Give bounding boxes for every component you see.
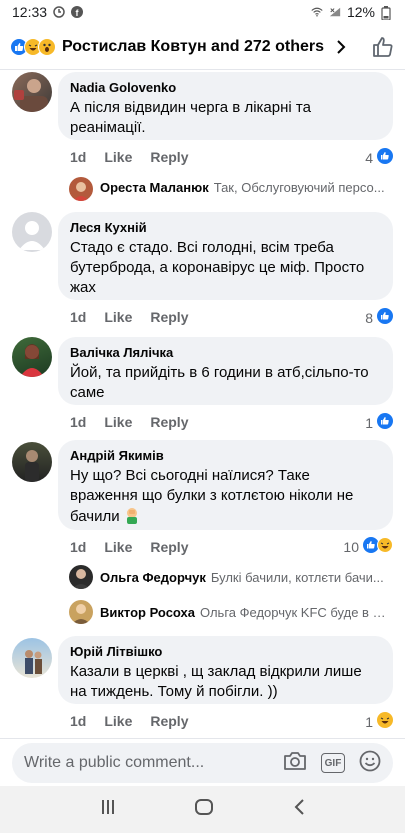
chevron-right-icon[interactable]: [336, 39, 346, 55]
like-button[interactable]: Like: [104, 713, 132, 729]
like-button[interactable]: Like: [104, 309, 132, 325]
avatar[interactable]: [69, 177, 93, 201]
reply-button[interactable]: Reply: [150, 149, 188, 165]
reply-button[interactable]: Reply: [150, 414, 188, 430]
comment-author[interactable]: Леся Кухній: [70, 220, 381, 235]
comment-text: Ну що? Всі сьогодні наїлися? Таке вражен…: [70, 467, 354, 525]
status-time: 12:33: [12, 4, 48, 20]
reply-text: Булкі бачили, котлєти бачи...: [210, 570, 384, 585]
comment-text: А після відвидин черга в лікарні та реан…: [70, 99, 311, 136]
avatar[interactable]: [69, 565, 93, 589]
camera-icon[interactable]: [283, 750, 307, 777]
comment-reactions[interactable]: 1: [365, 712, 393, 731]
comment-bubble[interactable]: Юрій Літвішко Казали в церкві , щ заклад…: [58, 636, 393, 704]
system-nav-bar: [0, 786, 405, 833]
comment-author[interactable]: Валічка Лялічка: [70, 345, 381, 360]
battery-text: 12%: [346, 4, 375, 20]
comment-reactions[interactable]: 10: [343, 537, 393, 556]
comment-reactions[interactable]: 8: [365, 308, 393, 327]
avatar[interactable]: [69, 600, 93, 624]
comment-time[interactable]: 1d: [70, 539, 86, 555]
comment-time[interactable]: 1d: [70, 309, 86, 325]
like-post-button[interactable]: [371, 35, 395, 59]
avatar[interactable]: [12, 212, 52, 252]
comment-actions: 1d Like Reply: [70, 414, 188, 430]
like-button[interactable]: Like: [104, 539, 132, 555]
home-icon[interactable]: [194, 797, 214, 822]
reply-preview[interactable]: Ольга Федорчук Булкі бачили, котлєти бач…: [100, 570, 390, 585]
comment-time[interactable]: 1d: [70, 414, 86, 430]
like-button[interactable]: Like: [104, 149, 132, 165]
comment-bubble[interactable]: Валічка Лялічка Йой, та прийдіть в 6 год…: [58, 337, 393, 405]
comment-author[interactable]: Андрій Якимів: [70, 448, 381, 463]
comment-actions: 1d Like Reply: [70, 309, 188, 325]
gif-icon[interactable]: GIF: [321, 753, 345, 773]
status-bar: 12:33 f 12%: [0, 0, 405, 24]
avatar[interactable]: [12, 72, 52, 112]
reply-author[interactable]: Виктор Росоха: [100, 605, 195, 620]
reply-text: Так, Обслуговуючий персо...: [213, 180, 385, 195]
reply-preview[interactable]: Виктор Росоха Ольга Федорчук KFC буде в …: [100, 605, 390, 620]
like-reaction-icon: [377, 148, 393, 167]
reply-button[interactable]: Reply: [150, 309, 188, 325]
back-icon[interactable]: [292, 798, 306, 821]
comment-reactions[interactable]: 1: [365, 413, 393, 432]
comment-actions: 1d Like Reply: [70, 713, 188, 729]
reply-button[interactable]: Reply: [150, 713, 188, 729]
signal-icon: [329, 6, 341, 18]
like-button[interactable]: Like: [104, 414, 132, 430]
comment-actions: 1d Like Reply: [70, 539, 188, 555]
comment-time[interactable]: 1d: [70, 713, 86, 729]
avatar[interactable]: [12, 337, 52, 377]
like-reaction-icon: [377, 413, 393, 432]
comment-author[interactable]: Nadia Golovenko: [70, 80, 381, 95]
gif-label: GIF: [324, 757, 342, 769]
comment-bubble[interactable]: Nadia Golovenko А після відвидин черга в…: [58, 72, 393, 140]
face-palm-emoji-icon: [123, 506, 141, 530]
comment-reactions[interactable]: 4: [365, 148, 393, 167]
reaction-count: 4: [365, 149, 373, 166]
like-reaction-icon: [377, 308, 393, 327]
avatar[interactable]: [12, 638, 52, 678]
reply-button[interactable]: Reply: [150, 539, 188, 555]
comment-time[interactable]: 1d: [70, 149, 86, 165]
comment-composer: Write a public comment... GIF: [0, 738, 405, 786]
comments-feed[interactable]: Nadia Golovenko А після відвидин черга в…: [0, 70, 405, 738]
sync-icon: [53, 6, 65, 18]
comment-bubble[interactable]: Андрій Якимів Ну що? Всі сьогодні наїлис…: [58, 440, 393, 530]
reactions-header[interactable]: Ростислав Ковтун and 272 others: [0, 24, 405, 70]
battery-icon: [381, 6, 393, 20]
reaction-count: 10: [343, 538, 359, 555]
reply-preview[interactable]: Ореста Маланюк Так, Обслуговуючий персо.…: [100, 180, 390, 195]
facebook-notification-icon: f: [71, 6, 84, 18]
comment-text: Казали в церкві , щ заклад відкрили лише…: [70, 663, 362, 700]
emoji-icon[interactable]: [359, 750, 381, 777]
wow-reaction-icon: [38, 37, 56, 56]
comment-bubble[interactable]: Леся Кухній Стадо є стадо. Всі голодні, …: [58, 212, 393, 300]
reaction-count: 1: [365, 713, 373, 730]
comment-input[interactable]: Write a public comment... GIF: [12, 743, 393, 783]
comment-actions: 1d Like Reply: [70, 149, 188, 165]
reaction-icons: [10, 37, 56, 56]
reaction-count: 8: [365, 309, 373, 326]
comment-text-wrap: Ну що? Всі сьогодні наїлися? Таке вражен…: [70, 466, 381, 530]
haha-reaction-icon: [377, 537, 393, 556]
comment-input-placeholder[interactable]: Write a public comment...: [24, 754, 204, 772]
reactions-summary[interactable]: Ростислав Ковтун and 272 others: [62, 38, 324, 56]
comment-text: Стадо є стадо. Всі голодні, всім треба б…: [70, 239, 365, 296]
comment-author[interactable]: Юрій Літвішко: [70, 644, 381, 659]
wifi-icon: [311, 6, 323, 18]
avatar[interactable]: [12, 442, 52, 482]
reply-author[interactable]: Ореста Маланюк: [100, 180, 209, 195]
reply-author[interactable]: Ольга Федорчук: [100, 570, 206, 585]
recent-apps-icon[interactable]: [99, 798, 117, 821]
haha-reaction-icon: [377, 712, 393, 731]
reply-text: Ольга Федорчук KFC буде в н...: [200, 605, 390, 620]
comment-text: Йой, та прийдіть в 6 години в атб,сільпо…: [70, 364, 369, 401]
reaction-count: 1: [365, 414, 373, 431]
